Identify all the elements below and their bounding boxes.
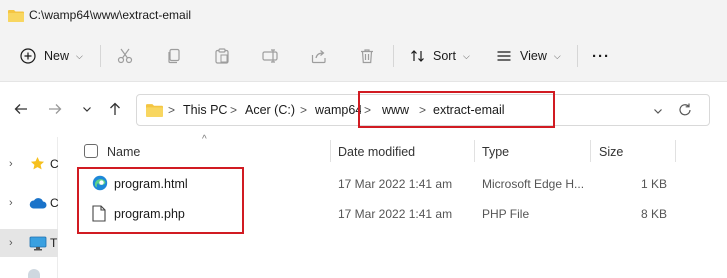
up-button[interactable] xyxy=(106,101,124,119)
more-button[interactable]: ··· xyxy=(592,44,610,68)
chevron-down-icon xyxy=(654,109,662,114)
address-row: > This PC > Acer (C:) > wamp64 > www > e… xyxy=(0,83,727,137)
address-dropdown-button[interactable] xyxy=(653,105,663,119)
file-icon xyxy=(92,205,108,223)
rename-button[interactable] xyxy=(262,44,280,68)
folder-icon xyxy=(146,103,163,120)
file-type: PHP File xyxy=(482,207,530,221)
recent-locations-button[interactable] xyxy=(78,101,96,119)
column-header-date-modified[interactable]: Date modified xyxy=(338,145,415,159)
column-header-size[interactable]: Size xyxy=(599,145,623,159)
file-date: 17 Mar 2022 1:41 am xyxy=(338,207,453,221)
sidebar-item-quick-access[interactable]: › C xyxy=(0,150,59,178)
sidebar-item-label: T xyxy=(50,236,58,250)
file-list: ^ Name Date modified Type Size program.h… xyxy=(59,134,727,278)
sidebar-item-label: C xyxy=(50,157,59,171)
new-icon xyxy=(20,48,36,64)
title-bar: C:\wamp64\www\extract-email xyxy=(0,0,727,30)
sort-label: Sort xyxy=(433,49,456,63)
address-bar[interactable]: > This PC > Acer (C:) > wamp64 > www > e… xyxy=(136,94,710,126)
column-divider[interactable] xyxy=(330,140,331,162)
delete-button[interactable] xyxy=(359,44,375,68)
back-arrow-icon xyxy=(13,101,29,120)
command-bar: New ⌵ Sort ⌵ View ⌵ ··· xyxy=(0,30,727,82)
column-divider[interactable] xyxy=(474,140,475,162)
breadcrumb-separator: > xyxy=(364,103,372,117)
delete-icon xyxy=(359,48,375,64)
sidebar-item-cloud[interactable]: › C xyxy=(0,189,59,217)
folder-icon xyxy=(8,9,24,22)
chevron-right-icon: › xyxy=(9,158,13,170)
column-header-row: ^ Name Date modified Type Size xyxy=(59,134,727,167)
divider xyxy=(393,45,394,67)
view-button[interactable]: View ⌵ xyxy=(496,44,561,68)
refresh-icon xyxy=(679,103,691,116)
partial-item-icon xyxy=(28,269,40,278)
file-size: 1 KB xyxy=(641,177,668,191)
divider xyxy=(100,45,101,67)
cut-button[interactable] xyxy=(117,44,133,68)
file-name[interactable]: program.html xyxy=(114,177,188,191)
select-all-checkbox[interactable] xyxy=(84,144,98,158)
table-row[interactable]: program.php 17 Mar 2022 1:41 am PHP File… xyxy=(59,199,727,229)
table-row[interactable]: program.html 17 Mar 2022 1:41 am Microso… xyxy=(59,169,727,199)
sort-icon xyxy=(410,48,426,64)
navigation-pane: › C › C › T xyxy=(0,137,59,278)
new-button[interactable]: New ⌵ xyxy=(20,44,83,68)
cloud-icon xyxy=(29,197,47,212)
breadcrumb-wamp64[interactable]: wamp64 xyxy=(315,103,361,117)
paste-button[interactable] xyxy=(214,44,230,68)
monitor-icon xyxy=(29,236,47,254)
share-icon xyxy=(311,48,327,64)
forward-arrow-icon xyxy=(47,101,63,120)
column-divider[interactable] xyxy=(675,140,676,162)
chevron-right-icon: › xyxy=(9,197,13,209)
breadcrumb-extract-email[interactable]: extract-email xyxy=(433,103,505,117)
file-type: Microsoft Edge H... xyxy=(482,177,585,191)
breadcrumb-acer-c[interactable]: Acer (C:) xyxy=(245,103,295,117)
chevron-right-icon: › xyxy=(9,237,13,249)
more-icon: ··· xyxy=(592,47,610,65)
new-label: New xyxy=(44,49,70,63)
copy-icon xyxy=(166,48,182,64)
sort-caret-icon: ^ xyxy=(202,134,207,145)
rename-icon xyxy=(262,48,280,64)
breadcrumb-this-pc[interactable]: This PC xyxy=(183,103,227,117)
forward-button[interactable] xyxy=(46,101,64,119)
breadcrumb-separator: > xyxy=(419,103,427,117)
breadcrumb-separator: > xyxy=(230,103,238,117)
copy-button[interactable] xyxy=(166,44,182,68)
edge-icon xyxy=(92,175,108,193)
breadcrumb-www[interactable]: www xyxy=(382,103,409,117)
sidebar-item-label: C xyxy=(50,196,59,210)
cut-icon xyxy=(117,48,133,64)
share-button[interactable] xyxy=(311,44,327,68)
file-size: 8 KB xyxy=(641,207,668,221)
file-date: 17 Mar 2022 1:41 am xyxy=(338,177,453,191)
chevron-down-icon: ⌵ xyxy=(76,50,83,61)
breadcrumb-separator: > xyxy=(300,103,308,117)
file-name[interactable]: program.php xyxy=(114,207,185,221)
column-header-name[interactable]: Name xyxy=(107,145,140,159)
view-icon xyxy=(496,48,512,64)
paste-icon xyxy=(214,48,230,64)
chevron-down-icon xyxy=(82,103,92,117)
breadcrumb-separator: > xyxy=(168,103,176,117)
view-label: View xyxy=(520,49,547,63)
chevron-down-icon: ⌵ xyxy=(553,50,561,61)
window-title: C:\wamp64\www\extract-email xyxy=(29,8,192,22)
sidebar-item-this-pc[interactable]: › T xyxy=(0,229,58,257)
sort-button[interactable]: Sort ⌵ xyxy=(410,44,470,68)
refresh-button[interactable] xyxy=(677,102,693,121)
chevron-down-icon: ⌵ xyxy=(462,50,470,61)
back-button[interactable] xyxy=(12,101,30,119)
divider xyxy=(577,45,578,67)
column-divider[interactable] xyxy=(590,140,591,162)
column-header-type[interactable]: Type xyxy=(482,145,509,159)
up-arrow-icon xyxy=(107,101,123,120)
star-icon xyxy=(30,156,45,174)
